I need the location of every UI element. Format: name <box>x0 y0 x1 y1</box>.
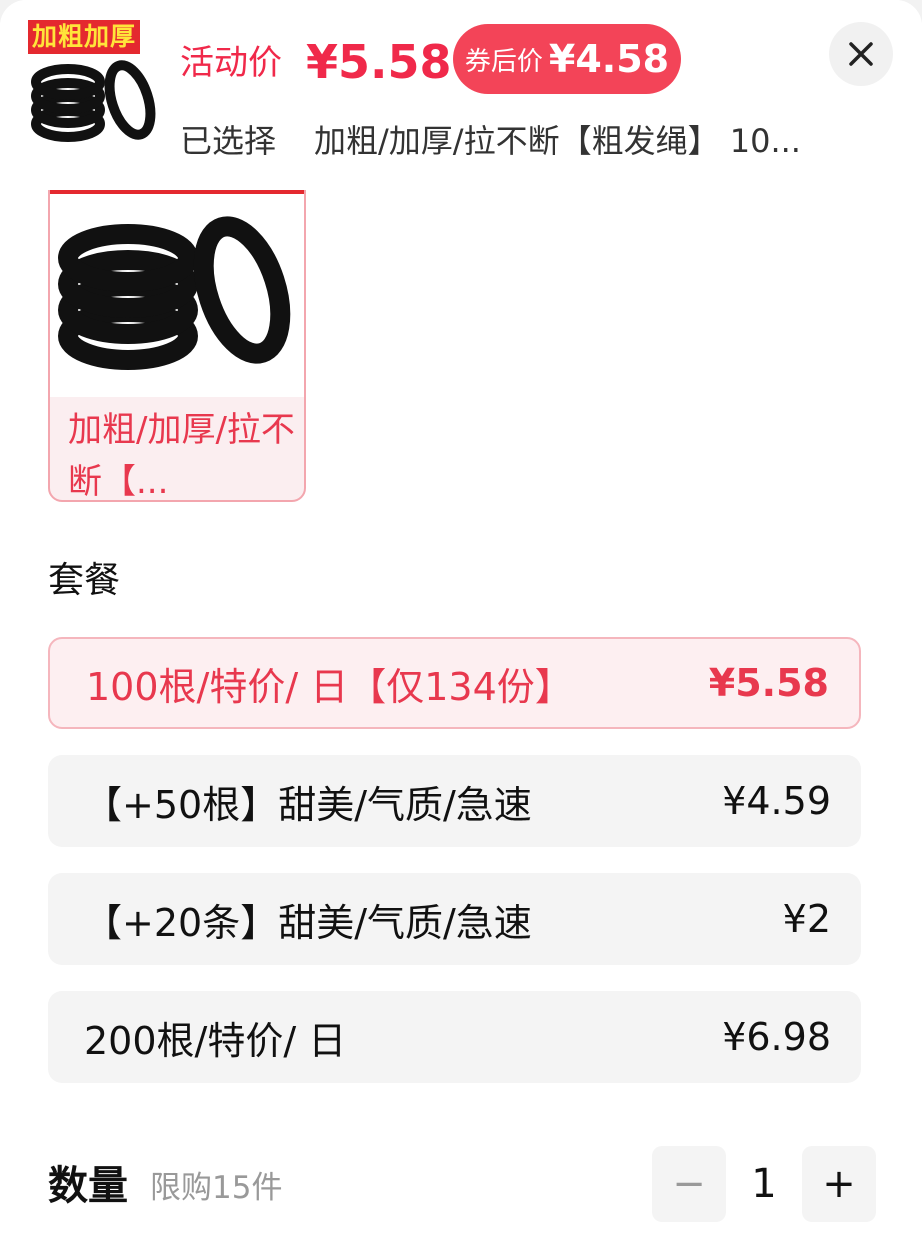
close-button[interactable] <box>829 22 893 86</box>
package-option-3[interactable]: 【+20条】甜美/气质/急速 ¥2 <box>48 873 861 965</box>
minus-icon: − <box>672 1161 706 1207</box>
quantity-title: 数量 <box>48 1163 128 1209</box>
package-price: ¥2 <box>782 897 831 941</box>
coupon-price-badge: 券后价 ¥4.58 <box>453 24 681 94</box>
sheet-header: 加粗加厚 活动价 ¥5.58 券后价 ¥4.58 已选择 加粗/加厚/拉不断【粗… <box>0 0 922 190</box>
selected-value: 加粗/加厚/拉不断【粗发绳】 10... <box>314 122 801 160</box>
activity-price: ¥5.58 <box>306 35 452 89</box>
color-option-label: 加粗/加厚/拉不断【... <box>68 410 295 502</box>
package-price: ¥5.58 <box>708 661 829 705</box>
package-price: ¥4.59 <box>722 779 831 823</box>
hair-ties-image <box>58 216 291 370</box>
thumbnail-banner: 加粗加厚 <box>28 20 141 54</box>
quantity-limit: 限购15件 <box>150 1170 283 1206</box>
activity-price-label: 活动价 <box>180 43 282 83</box>
product-thumbnail: 加粗加厚 <box>28 18 160 150</box>
color-option-card[interactable]: 加粗/加厚/拉不断【... <box>48 150 306 502</box>
package-option-4[interactable]: 200根/特价/ 日 ¥6.98 <box>48 991 861 1083</box>
package-name: 200根/特价/ 日 <box>84 1018 347 1063</box>
plus-icon: + <box>822 1161 856 1207</box>
coupon-price-label: 券后价 <box>464 46 543 77</box>
selected-label: 已选择 <box>180 122 277 160</box>
thumbnail-hair-ties <box>31 60 156 142</box>
coupon-price: ¥4.58 <box>548 37 670 81</box>
package-name: 【+20条】甜美/气质/急速 <box>84 900 532 945</box>
quantity-stepper: − 1 + <box>652 1146 876 1222</box>
package-option-1[interactable]: 100根/特价/ 日【仅134份】 ¥5.58 <box>48 637 861 729</box>
package-name: 100根/特价/ 日【仅134份】 <box>86 664 573 709</box>
increment-button[interactable]: + <box>802 1146 876 1222</box>
package-option-2[interactable]: 【+50根】甜美/气质/急速 ¥4.59 <box>48 755 861 847</box>
package-price: ¥6.98 <box>722 1015 831 1059</box>
decrement-button[interactable]: − <box>652 1146 726 1222</box>
package-name: 【+50根】甜美/气质/急速 <box>84 782 532 827</box>
quantity-value[interactable]: 1 <box>726 1161 802 1207</box>
package-section-title: 套餐 <box>48 560 121 601</box>
close-icon <box>849 42 873 66</box>
sku-selection-sheet: 加粗/加厚/拉不断【... 加粗加厚 活动价 ¥5.58 券后价 ¥4.58 已… <box>0 0 922 1233</box>
